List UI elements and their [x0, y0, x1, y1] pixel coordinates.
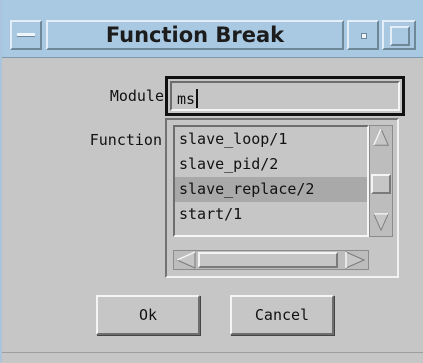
minimize-icon — [361, 33, 367, 39]
horizontal-scroll-thumb[interactable] — [198, 252, 338, 268]
list-item[interactable]: start/1 — [175, 202, 367, 227]
window-menu-button[interactable] — [10, 20, 42, 50]
list-item-selected[interactable]: slave_replace/2 — [175, 177, 367, 202]
minimize-button[interactable] — [347, 20, 379, 50]
scroll-left-arrow-icon[interactable] — [175, 251, 197, 269]
menu-bar-icon — [17, 33, 35, 37]
function-listbox[interactable]: slave_loop/1 slave_pid/2 slave_replace/2… — [173, 125, 369, 237]
cancel-button[interactable]: Cancel — [230, 295, 334, 335]
title-bar[interactable]: Function Break — [2, 0, 423, 58]
module-input-field[interactable]: ms — [170, 81, 400, 111]
vertical-scroll-thumb[interactable] — [371, 174, 391, 194]
scroll-up-arrow-icon[interactable] — [371, 127, 391, 147]
horizontal-scrollbar[interactable] — [173, 250, 369, 270]
maximize-icon — [390, 26, 410, 46]
function-break-dialog: Function Break Module ms Function slave_… — [0, 0, 423, 363]
window-bottom-border — [2, 352, 423, 363]
module-input[interactable]: ms — [165, 76, 405, 116]
scroll-right-arrow-icon[interactable] — [344, 251, 366, 269]
list-item[interactable]: slave_loop/1 — [175, 127, 367, 152]
function-label: Function — [89, 131, 162, 149]
window-title: Function Break — [46, 20, 344, 50]
module-label: Module — [109, 87, 164, 105]
text-caret — [196, 89, 198, 108]
maximize-button[interactable] — [382, 20, 416, 50]
list-item[interactable]: slave_pid/2 — [175, 152, 367, 177]
ok-button[interactable]: Ok — [96, 295, 200, 335]
function-list-frame: slave_loop/1 slave_pid/2 slave_replace/2… — [165, 118, 399, 278]
vertical-scrollbar[interactable] — [369, 125, 393, 237]
module-input-value: ms — [177, 90, 196, 108]
scroll-down-arrow-icon[interactable] — [371, 212, 391, 232]
